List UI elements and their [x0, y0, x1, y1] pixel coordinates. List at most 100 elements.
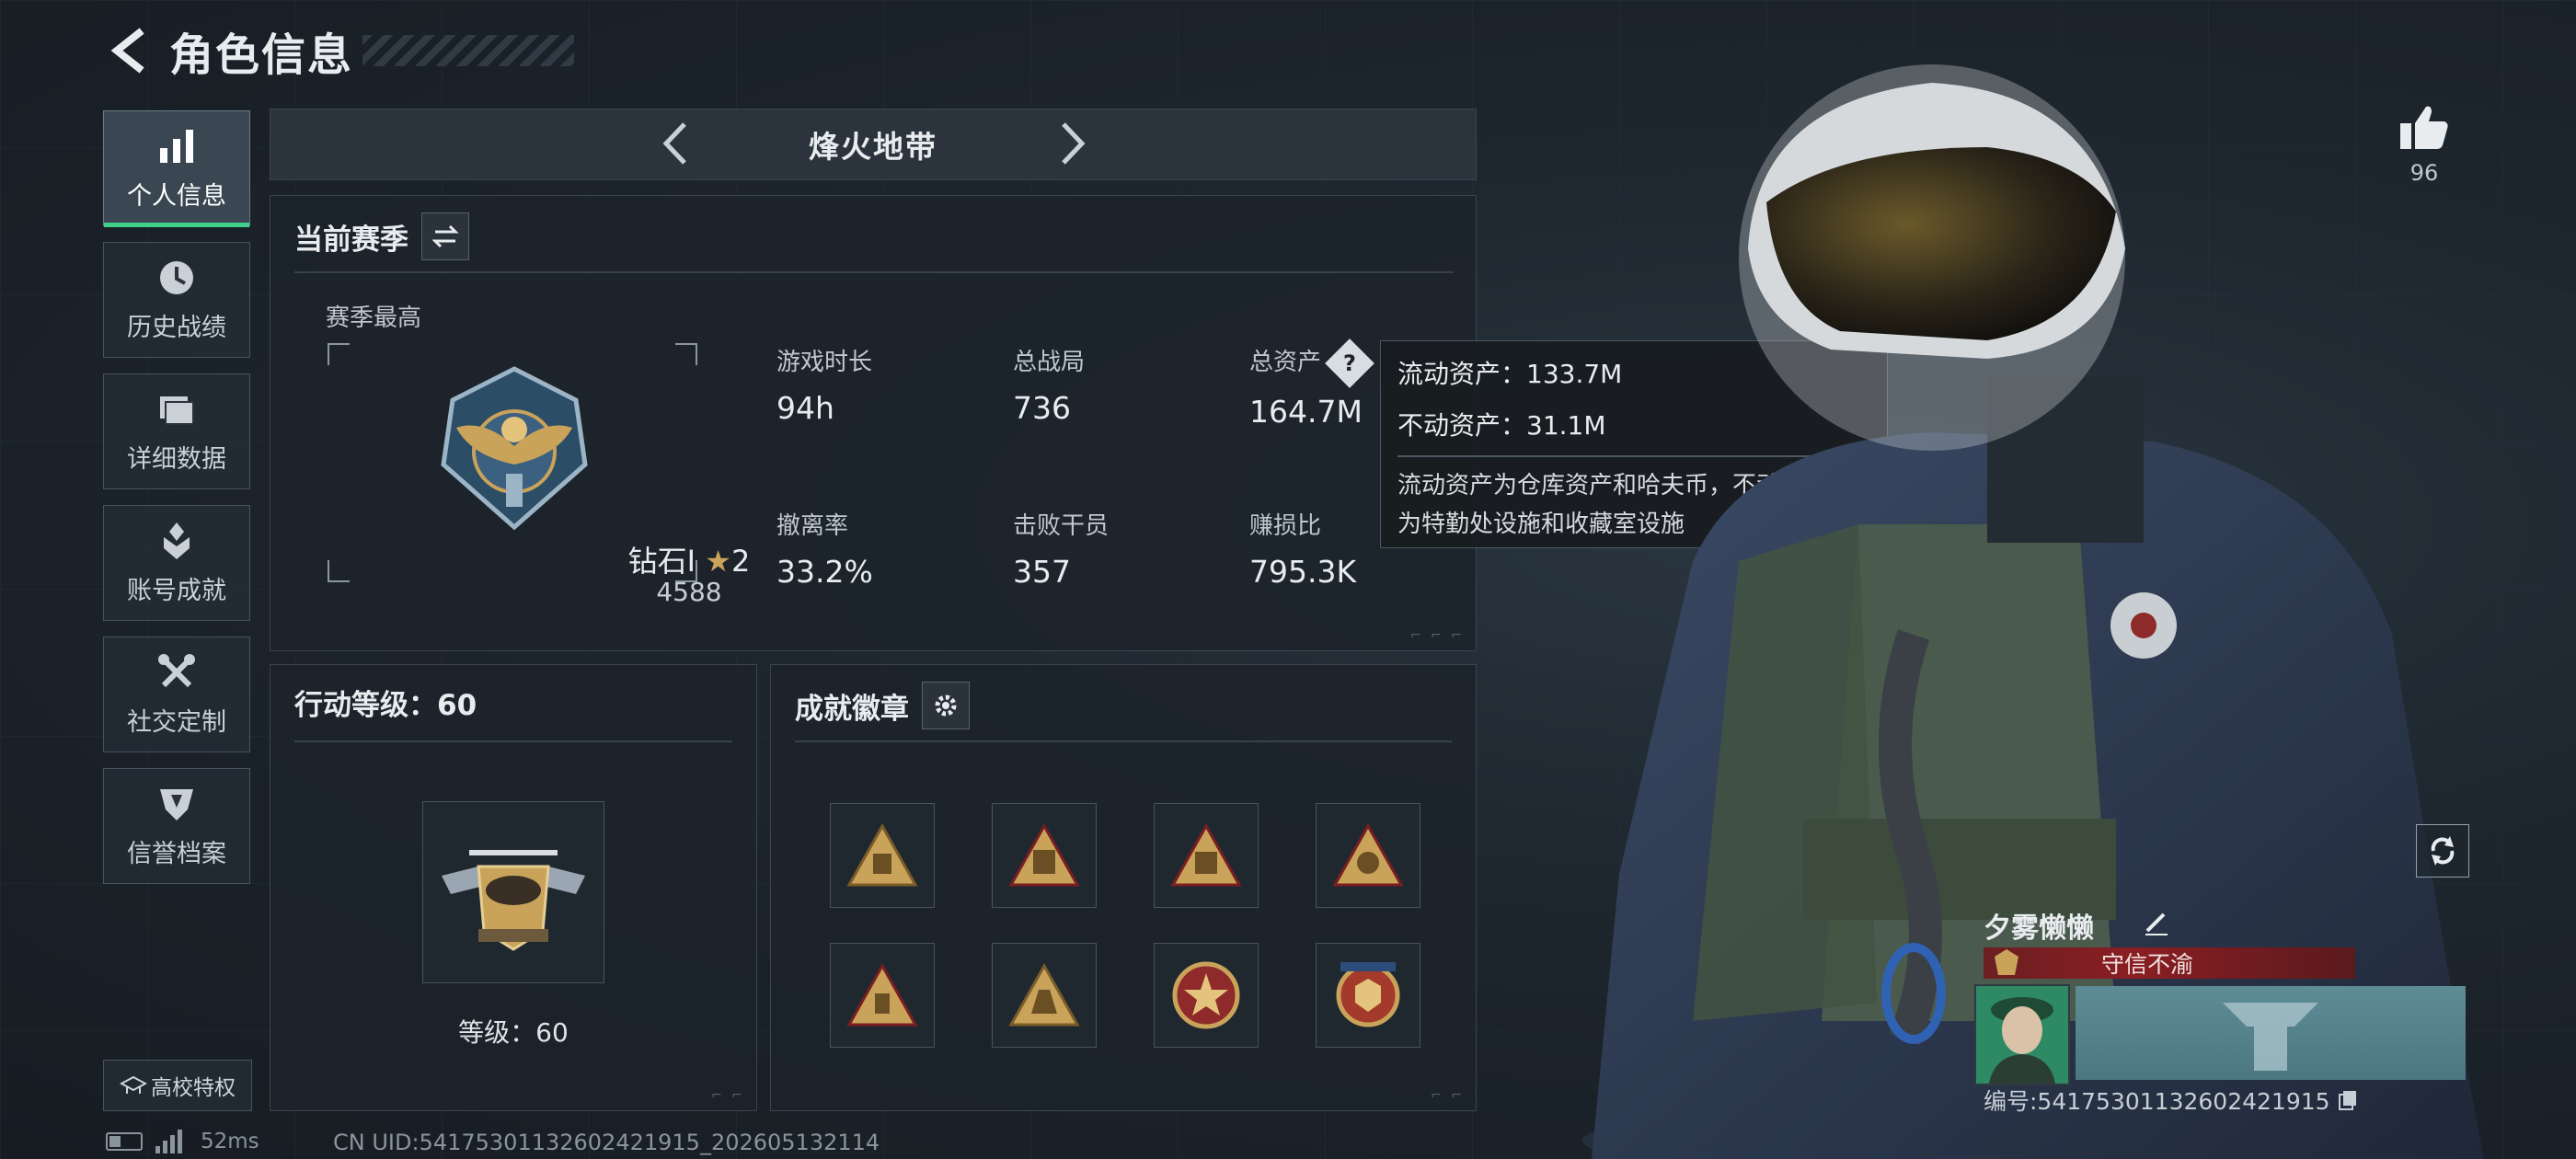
- stat-value: 94h: [776, 390, 834, 426]
- tools-icon: [158, 653, 195, 687]
- rank-stars: 2: [730, 544, 751, 579]
- stat-label: 击败干员: [1013, 512, 1110, 540]
- help-icon[interactable]: ?: [1325, 338, 1374, 388]
- stat-value: 795.3K: [1249, 554, 1357, 590]
- player-banner: [2076, 986, 2466, 1080]
- title-emblem-icon: [1995, 949, 2018, 975]
- stat-operators-defeated: 击败干员 357: [1013, 507, 1109, 590]
- like-button[interactable]: 96: [2397, 103, 2452, 186]
- triangle-badge-icon: [1008, 822, 1080, 887]
- achievement-badge[interactable]: [1154, 943, 1259, 1048]
- edit-icon[interactable]: [2142, 907, 2171, 936]
- page-title: 角色信息: [169, 29, 354, 81]
- sidebar-item-label: 信誉档案: [127, 839, 226, 868]
- badge-panel: 成就徽章 ⌐ ⌐: [770, 664, 1477, 1111]
- level-panel: 行动等级：60 等级：60 ⌐ ⌐: [270, 664, 757, 1111]
- player-title: 守信不渝: [2101, 951, 2194, 978]
- campus-privilege-button[interactable]: 高校特权: [103, 1060, 252, 1111]
- divider: [294, 740, 732, 742]
- stat-value: 357: [1013, 554, 1071, 590]
- back-button[interactable]: [101, 23, 156, 78]
- triangle-badge-icon: [1170, 822, 1242, 887]
- thumbs-up-icon: [2400, 106, 2448, 149]
- stat-extraction-rate: 撤离率 33.2%: [776, 507, 873, 590]
- shield-medal-icon: [1336, 962, 1400, 1027]
- achievement-badge[interactable]: [992, 943, 1097, 1048]
- player-name: 夕雾懒懒: [1984, 912, 2094, 945]
- sidebar-item-detailed-data[interactable]: 详细数据: [103, 373, 250, 489]
- stat-value: 33.2%: [776, 554, 873, 590]
- achievement-badge[interactable]: [1316, 803, 1420, 908]
- stat-total-assets: 总资产? 164.7M: [1249, 338, 1374, 430]
- season-panel: 当前赛季 赛季最高 钻石I ★2 4588 游戏时长 94h 总战局 736 总…: [270, 195, 1477, 651]
- refresh-button[interactable]: [2416, 824, 2469, 878]
- season-best-label: 赛季最高: [326, 304, 422, 332]
- achievement-badge[interactable]: [830, 943, 935, 1048]
- like-count: 96: [2409, 160, 2439, 186]
- stat-label: 赚损比: [1249, 512, 1322, 540]
- stat-label: 撤离率: [776, 512, 849, 540]
- prev-mode-arrow-icon[interactable]: [653, 120, 699, 166]
- campus-icon: [120, 1075, 147, 1094]
- rank-name: 钻石I: [627, 544, 696, 579]
- ping-text: 52ms: [201, 1130, 259, 1153]
- player-id-row: 编号:54175301132602421915: [1984, 1084, 2358, 1117]
- refresh-icon: [2431, 836, 2455, 866]
- sidebar-item-label: 历史战绩: [127, 313, 226, 342]
- rank-emblem-icon: [441, 366, 588, 531]
- swap-icon: [431, 224, 459, 248]
- stat-profit-loss-ratio: 赚损比 795.3K: [1249, 507, 1356, 590]
- achievement-badge[interactable]: [830, 803, 935, 908]
- badge-settings-button[interactable]: [922, 682, 970, 729]
- mode-selector: 烽火地带: [270, 109, 1477, 180]
- player-id: 编号:54175301132602421915: [1984, 1088, 2330, 1115]
- badge-heading: 成就徽章: [795, 692, 909, 726]
- helicopter-badge-icon: [442, 850, 585, 951]
- banner-logo-icon: [2223, 1003, 2318, 1071]
- shield-icon: [160, 788, 193, 820]
- level-text: 等级：60: [458, 1017, 569, 1048]
- switch-season-button[interactable]: [421, 212, 469, 260]
- stat-label: 总资产: [1249, 349, 1322, 376]
- mode-title: 烽火地带: [809, 129, 937, 165]
- stat-value: 736: [1013, 390, 1071, 426]
- status-bar: 52ms: [106, 1130, 259, 1153]
- sidebar-item-social-custom[interactable]: 社交定制: [103, 637, 250, 752]
- sidebar-item-history[interactable]: 历史战绩: [103, 242, 250, 358]
- stat-label: 总战局: [1013, 349, 1086, 376]
- header: 角色信息: [101, 18, 575, 83]
- title-decoration: [362, 35, 575, 66]
- campus-privilege-label: 高校特权: [151, 1076, 236, 1100]
- rank-name-row: 钻石I ★2: [86, 538, 1292, 580]
- stat-value: 164.7M: [1249, 393, 1363, 430]
- achievement-badge[interactable]: [1316, 943, 1420, 1048]
- battery-icon: [106, 1132, 143, 1151]
- player-title-banner: 守信不渝: [1984, 947, 2355, 979]
- divider: [294, 271, 1454, 273]
- bar-chart-icon: [160, 129, 193, 163]
- copy-icon[interactable]: [2338, 1089, 2358, 1111]
- panel-corner-decoration: ⌐ ⌐: [711, 1088, 745, 1103]
- frame-corner: [675, 343, 697, 365]
- sidebar-item-label: 社交定制: [127, 707, 226, 737]
- uid-text: CN UID:54175301132602421915_202605132114: [333, 1130, 880, 1155]
- achievement-badge[interactable]: [1154, 803, 1259, 908]
- player-avatar[interactable]: [1974, 984, 2070, 1085]
- triangle-badge-icon: [1332, 822, 1404, 887]
- clock-icon: [160, 260, 193, 294]
- achievement-badge[interactable]: [992, 803, 1097, 908]
- stat-label: 游戏时长: [776, 349, 873, 376]
- level-emblem[interactable]: [422, 801, 604, 983]
- triangle-badge-icon: [846, 962, 918, 1027]
- season-heading: 当前赛季: [294, 223, 408, 257]
- sidebar-item-personal-info[interactable]: 个人信息: [103, 110, 250, 227]
- panel-corner-decoration: ⌐ ⌐: [1431, 1088, 1465, 1103]
- frame-corner: [328, 343, 350, 365]
- folder-icon: [160, 396, 194, 425]
- next-mode-arrow-icon[interactable]: [1049, 120, 1095, 166]
- triangle-badge-icon: [1008, 962, 1080, 1027]
- level-heading: 行动等级：60: [294, 689, 477, 722]
- avatar-image: [1976, 986, 2068, 1084]
- gear-icon: [935, 694, 957, 717]
- sidebar-item-reputation[interactable]: 信誉档案: [103, 768, 250, 884]
